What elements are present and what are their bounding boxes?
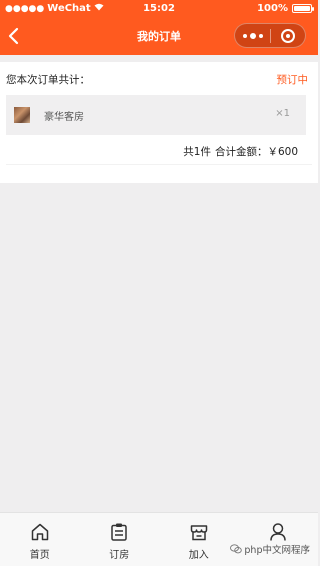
tab-label: 首页 xyxy=(29,550,50,561)
order-item[interactable]: 豪华客房 ×1 xyxy=(6,95,306,135)
watermark-text: php中文网程序 xyxy=(244,545,310,556)
more-button[interactable] xyxy=(235,23,270,48)
total-amount: 合计金额：￥600 xyxy=(214,146,298,158)
battery-icon xyxy=(292,4,314,13)
order-summary-label: 您本次订单共计： xyxy=(6,74,90,86)
mini-program-capsule xyxy=(234,23,306,48)
tab-join[interactable]: 加入 xyxy=(159,513,239,566)
person-icon xyxy=(270,523,286,541)
status-right: 100% xyxy=(257,3,314,14)
room-thumbnail xyxy=(14,107,30,123)
watermark: php中文网程序 xyxy=(230,542,310,556)
wechat-icon xyxy=(230,544,243,554)
tab-profile[interactable] xyxy=(239,513,319,566)
tab-bar: 首页 订房 加入 xyxy=(0,512,318,566)
close-button[interactable] xyxy=(271,23,305,48)
item-count: 共1件 xyxy=(183,146,211,158)
item-quantity: ×1 xyxy=(275,108,290,119)
tab-label: 加入 xyxy=(188,550,209,561)
status-bar: ●●●●● WeChat 15:02 100% xyxy=(0,0,318,18)
tab-booking[interactable]: 订房 xyxy=(80,513,160,566)
order-header: 您本次订单共计： 预订中 xyxy=(6,72,308,88)
target-circle-icon xyxy=(280,28,295,43)
order-status: 预订中 xyxy=(276,74,309,86)
tab-home[interactable]: 首页 xyxy=(0,513,80,566)
item-name: 豪华客房 xyxy=(44,112,84,123)
battery-percent: 100% xyxy=(257,3,288,14)
divider xyxy=(6,164,312,165)
clipboard-icon xyxy=(111,523,127,541)
top-bar: ●●●●● WeChat 15:02 100% 我的订单 xyxy=(0,0,318,55)
home-icon xyxy=(31,523,48,541)
tab-label: 订房 xyxy=(109,550,130,561)
nav-bar: 我的订单 xyxy=(0,18,318,55)
order-total: 共1件 合计金额：￥600 xyxy=(183,144,298,159)
store-icon xyxy=(190,525,207,541)
order-card: 您本次订单共计： 预订中 豪华客房 ×1 共1件 合计金额：￥600 xyxy=(0,62,318,183)
